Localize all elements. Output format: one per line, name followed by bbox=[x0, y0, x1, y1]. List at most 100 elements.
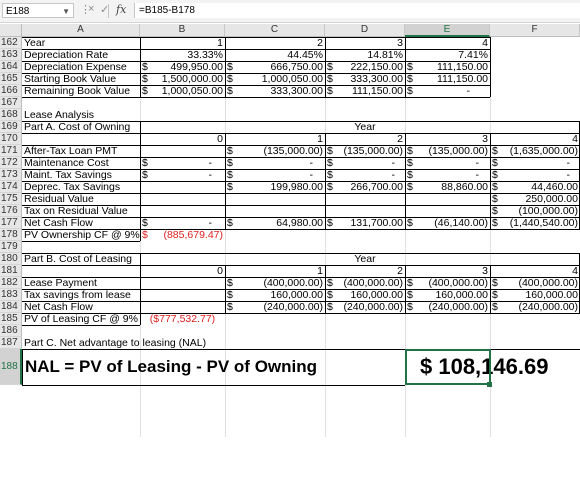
cell[interactable]: Year bbox=[325, 121, 405, 133]
cell[interactable]: 1 bbox=[140, 37, 225, 49]
cell[interactable]: PV Ownership CF @ 9% bbox=[22, 229, 140, 241]
cell[interactable]: Tax savings from lease bbox=[22, 289, 140, 301]
cell[interactable]: 250,000.00 bbox=[500, 193, 580, 205]
row-header[interactable]: 163 bbox=[0, 49, 22, 61]
chevron-down-icon[interactable]: ▼ bbox=[62, 4, 70, 19]
cell[interactable]: - bbox=[417, 85, 472, 97]
column-header-a[interactable]: A bbox=[22, 24, 140, 37]
column-header-d[interactable]: D bbox=[325, 24, 405, 37]
cell[interactable]: Year bbox=[325, 253, 405, 265]
cell[interactable]: (1,635,000.00) bbox=[500, 145, 580, 157]
cell[interactable]: Net Cash Flow bbox=[22, 301, 140, 313]
cell[interactable]: (100,000.00) bbox=[500, 205, 580, 217]
cell[interactable]: - bbox=[500, 157, 572, 169]
cell[interactable]: 1,500,000.00 bbox=[152, 73, 225, 85]
cell[interactable]: 333,300.00 bbox=[337, 73, 405, 85]
cell[interactable]: Deprec. Tax Savings bbox=[22, 181, 140, 193]
cell[interactable]: Depreciation Expense bbox=[22, 61, 140, 73]
cell[interactable]: 4 bbox=[490, 133, 580, 145]
cell[interactable]: 7.41% bbox=[405, 49, 490, 61]
formula-input[interactable]: =B185-B178 bbox=[134, 3, 580, 18]
row-header[interactable]: 169 bbox=[0, 121, 22, 133]
cell[interactable]: 1,000,050.00 bbox=[237, 73, 325, 85]
cell[interactable]: 64,980.00 bbox=[237, 217, 325, 229]
cell[interactable]: Maintenance Cost bbox=[22, 157, 140, 169]
cell[interactable]: 222,150.00 bbox=[337, 61, 405, 73]
cell[interactable]: 3 bbox=[325, 37, 405, 49]
cell[interactable]: Residual Value bbox=[22, 193, 140, 205]
cell[interactable]: 160,000.00 bbox=[335, 289, 405, 301]
row-header[interactable]: 185 bbox=[0, 313, 22, 325]
row-header[interactable]: 175 bbox=[0, 193, 22, 205]
cell[interactable]: 266,700.00 bbox=[335, 181, 405, 193]
cell[interactable]: 44.45% bbox=[225, 49, 325, 61]
row-header[interactable]: 168 bbox=[0, 109, 22, 121]
row-header[interactable]: 167 bbox=[0, 97, 22, 109]
row-header[interactable]: 170 bbox=[0, 133, 22, 145]
cell[interactable]: 0 bbox=[140, 265, 225, 277]
cell[interactable]: - bbox=[500, 169, 572, 181]
cell[interactable]: 4 bbox=[405, 37, 490, 49]
column-header-c[interactable]: C bbox=[225, 24, 325, 37]
cell[interactable]: (240,000.00) bbox=[500, 301, 580, 313]
cell[interactable]: Depreciation Rate bbox=[22, 49, 140, 61]
selected-cell[interactable] bbox=[405, 349, 491, 385]
cell[interactable]: 131,700.00 bbox=[335, 217, 405, 229]
enter-icon[interactable]: ✓ bbox=[100, 3, 109, 16]
cell[interactable]: Part B. Cost of Leasing bbox=[22, 253, 140, 265]
cell[interactable]: 333,300.00 bbox=[237, 85, 325, 97]
cell[interactable]: 2 bbox=[325, 133, 405, 145]
cell[interactable]: 88,860.00 bbox=[415, 181, 490, 193]
cell[interactable]: 199,980.00 bbox=[237, 181, 325, 193]
row-header[interactable]: 174 bbox=[0, 181, 22, 193]
cell[interactable]: (135,000.00) bbox=[415, 145, 490, 157]
cell[interactable]: ($777,532.77) bbox=[140, 313, 225, 325]
cell[interactable]: - bbox=[415, 169, 481, 181]
cell[interactable]: Year bbox=[22, 37, 140, 49]
cell[interactable]: (400,000.00) bbox=[415, 277, 490, 289]
cell[interactable]: (135,000.00) bbox=[237, 145, 325, 157]
cell[interactable]: 111,150.00 bbox=[337, 85, 405, 97]
row-header[interactable]: 171 bbox=[0, 145, 22, 157]
cell[interactable]: (135,000.00) bbox=[335, 145, 405, 157]
cell[interactable]: (46,140.00) bbox=[415, 217, 490, 229]
cell[interactable]: - bbox=[415, 157, 481, 169]
cell[interactable]: - bbox=[335, 169, 397, 181]
row-header[interactable]: 187 bbox=[0, 337, 22, 349]
cell[interactable]: 33.33% bbox=[140, 49, 225, 61]
name-box[interactable]: E188 ▼ bbox=[2, 3, 74, 18]
cell[interactable]: Part A. Cost of Owning bbox=[22, 121, 140, 133]
cell[interactable]: (400,000.00) bbox=[237, 277, 325, 289]
fill-handle[interactable] bbox=[487, 382, 492, 387]
cell[interactable]: 4 bbox=[490, 265, 580, 277]
cell[interactable]: (400,000.00) bbox=[335, 277, 405, 289]
cell[interactable]: After-Tax Loan PMT bbox=[22, 145, 140, 157]
cell[interactable]: 111,150.00 bbox=[417, 61, 490, 73]
cancel-icon[interactable]: × bbox=[88, 3, 94, 15]
select-all-corner[interactable] bbox=[0, 24, 22, 37]
row-header[interactable]: 173 bbox=[0, 169, 22, 181]
row-header[interactable]: 181 bbox=[0, 265, 22, 277]
cell[interactable]: 0 bbox=[140, 133, 225, 145]
row-header[interactable]: 172 bbox=[0, 157, 22, 169]
cell[interactable]: Net Cash Flow bbox=[22, 217, 140, 229]
cell[interactable]: - bbox=[237, 169, 315, 181]
cell[interactable]: (885,679.47) bbox=[150, 229, 225, 241]
row-header[interactable]: 182 bbox=[0, 277, 22, 289]
cell[interactable]: 3 bbox=[405, 265, 490, 277]
row-header[interactable]: 165 bbox=[0, 73, 22, 85]
cell[interactable]: Tax on Residual Value bbox=[22, 205, 140, 217]
cell[interactable]: (400,000.00) bbox=[500, 277, 580, 289]
insert-function-icon[interactable]: fx bbox=[116, 3, 126, 16]
cell[interactable]: (240,000.00) bbox=[237, 301, 325, 313]
cell[interactable]: PV of Leasing CF @ 9% bbox=[22, 313, 140, 325]
nal-label[interactable]: NAL = PV of Leasing - PV of Owning bbox=[22, 349, 322, 385]
row-header[interactable]: 166 bbox=[0, 85, 22, 97]
cell[interactable]: 160,000.00 bbox=[415, 289, 490, 301]
cell[interactable]: (240,000.00) bbox=[415, 301, 490, 313]
cell[interactable]: 3 bbox=[405, 133, 490, 145]
row-header[interactable]: 178 bbox=[0, 229, 22, 241]
row-header[interactable]: 162 bbox=[0, 37, 22, 49]
cell[interactable]: 14.81% bbox=[325, 49, 405, 61]
cell[interactable]: - bbox=[152, 169, 214, 181]
